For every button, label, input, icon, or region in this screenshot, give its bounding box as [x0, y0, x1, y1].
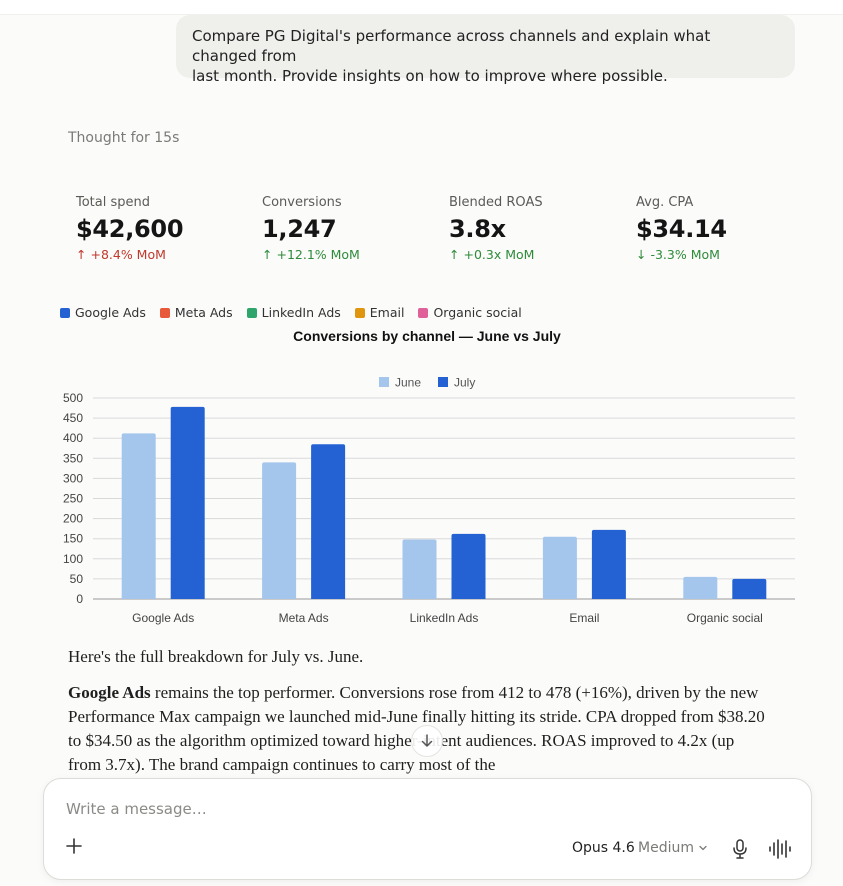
legend-label: Email: [369, 305, 405, 320]
chart-legend-label: June: [395, 376, 421, 390]
y-tick-label: 450: [63, 411, 83, 425]
bar-june: [121, 433, 156, 599]
x-tick-label: LinkedIn Ads: [410, 611, 479, 625]
bar-july: [451, 533, 486, 599]
kpi-value: 1,247: [262, 215, 337, 243]
channel-legend-item: Organic social: [418, 305, 522, 320]
user-message-bubble: Compare PG Digital's performance across …: [176, 15, 795, 85]
x-tick-label: Email: [569, 611, 599, 625]
legend-swatch: [418, 307, 429, 318]
chart-legend-label: July: [454, 376, 475, 390]
kpi-total-spend: Total spend $42,600 ↑ +8.4% MoM: [76, 195, 184, 262]
kpi-conversions: Conversions 1,247 ↑ +12.1% MoM: [262, 195, 360, 262]
thought-toggle[interactable]: Thought for 15s: [68, 130, 179, 146]
bar-july: [591, 529, 626, 599]
kpi-value: $34.14: [636, 215, 727, 243]
message-input[interactable]: [64, 799, 768, 819]
kpi-delta-text: -3.3% MoM: [650, 247, 720, 262]
bar-june: [542, 536, 577, 599]
prose-intro: Here's the full breakdown for July vs. J…: [68, 647, 364, 666]
kpi-label: Total spend: [76, 195, 151, 210]
bar-june: [683, 576, 718, 599]
bar-july: [170, 406, 205, 599]
legend-label: Google Ads: [75, 305, 146, 320]
arrow-down-icon: [421, 734, 433, 747]
chevron-down-icon: [699, 845, 707, 851]
kpi-value: 3.8x: [449, 215, 506, 243]
kpi-delta: ↑ +0.3x MoM: [449, 247, 543, 262]
y-tick-label: 300: [63, 471, 83, 485]
model-selector[interactable]: Opus 4.6: [572, 840, 635, 856]
channel-legend-item: Email: [354, 305, 405, 320]
x-tick-label: Meta Ads: [279, 611, 329, 625]
y-tick-label: 100: [63, 552, 83, 566]
kpi-label: Blended ROAS: [449, 195, 543, 210]
kpi-delta: ↓ -3.3% MoM: [636, 247, 727, 262]
kpi-label: Conversions: [262, 195, 342, 210]
user-message-line-1: Compare PG Digital's performance across …: [192, 27, 711, 65]
x-tick-label: Organic social: [687, 611, 763, 625]
microphone-icon[interactable]: [732, 839, 748, 863]
channel-legend-item: Meta Ads: [159, 305, 233, 320]
kpi-delta: ↑ +12.1% MoM: [262, 247, 360, 262]
plus-icon[interactable]: [66, 837, 82, 859]
kpi-delta: ↑ +8.4% MoM: [76, 247, 183, 262]
y-tick-label: 400: [63, 431, 83, 445]
kpi-delta-text: +8.4% MoM: [90, 247, 166, 262]
conversions-bar-chart: Conversions by channel — June vs July Jun…: [63, 328, 795, 625]
bar-june: [262, 462, 297, 599]
effort-selector[interactable]: Medium: [638, 840, 708, 856]
kpi-delta-text: +0.3x MoM: [463, 247, 535, 262]
legend-swatch: [159, 307, 170, 318]
y-tick-label: 150: [63, 532, 83, 546]
y-tick-label: 0: [76, 592, 83, 606]
response-prose: Here's the full breakdown for July vs. J…: [68, 645, 768, 789]
kpi-blended-roas: Blended ROAS 3.8x ↑ +0.3x MoM: [449, 195, 543, 262]
chart-title: Conversions by channel — June vs July: [293, 328, 561, 344]
y-tick-label: 350: [63, 451, 83, 465]
arrow-up-icon: ↑: [262, 247, 273, 262]
top-edge: [0, 0, 843, 15]
scroll-to-bottom-button[interactable]: [411, 725, 443, 757]
kpi-value: $42,600: [76, 215, 184, 243]
y-tick-label: 250: [63, 492, 83, 506]
arrow-down-icon: ↓: [636, 247, 647, 262]
bar-july: [311, 444, 346, 599]
legend-swatch: [60, 307, 70, 318]
arrow-up-icon: ↑: [449, 247, 460, 262]
channel-legend-item: Google Ads: [60, 305, 146, 320]
chart-legend-swatch: [379, 377, 389, 387]
legend-label: LinkedIn Ads: [261, 305, 341, 320]
prose-google-heading: Google Ads: [68, 683, 151, 702]
y-tick-label: 500: [63, 391, 83, 405]
kpi-avg-cpa: Avg. CPA $34.14 ↓ -3.3% MoM: [636, 195, 727, 262]
channel-legend-item: LinkedIn Ads: [246, 305, 341, 320]
legend-label: Meta Ads: [174, 305, 233, 320]
y-tick-label: 200: [63, 512, 83, 526]
message-composer: Opus 4.6 Medium: [43, 778, 812, 880]
bar-july: [732, 578, 767, 599]
y-tick-label: 50: [70, 572, 84, 586]
kpi-delta-text: +12.1% MoM: [276, 247, 360, 262]
legend-swatch: [246, 307, 257, 318]
kpi-label: Avg. CPA: [636, 195, 694, 210]
user-message-line-2: last month. Provide insights on how to i…: [192, 67, 668, 85]
x-tick-label: Google Ads: [132, 611, 194, 625]
chart-legend-swatch: [438, 377, 448, 387]
channel-legend: Google Ads Meta Ads LinkedIn Ads Email O…: [60, 305, 522, 320]
legend-swatch: [354, 307, 365, 318]
arrow-up-icon: ↑: [76, 247, 87, 262]
legend-label: Organic social: [433, 305, 522, 320]
voice-waveform-icon[interactable]: [768, 839, 792, 863]
effort-label: Medium: [638, 840, 694, 856]
bar-june: [402, 539, 437, 599]
